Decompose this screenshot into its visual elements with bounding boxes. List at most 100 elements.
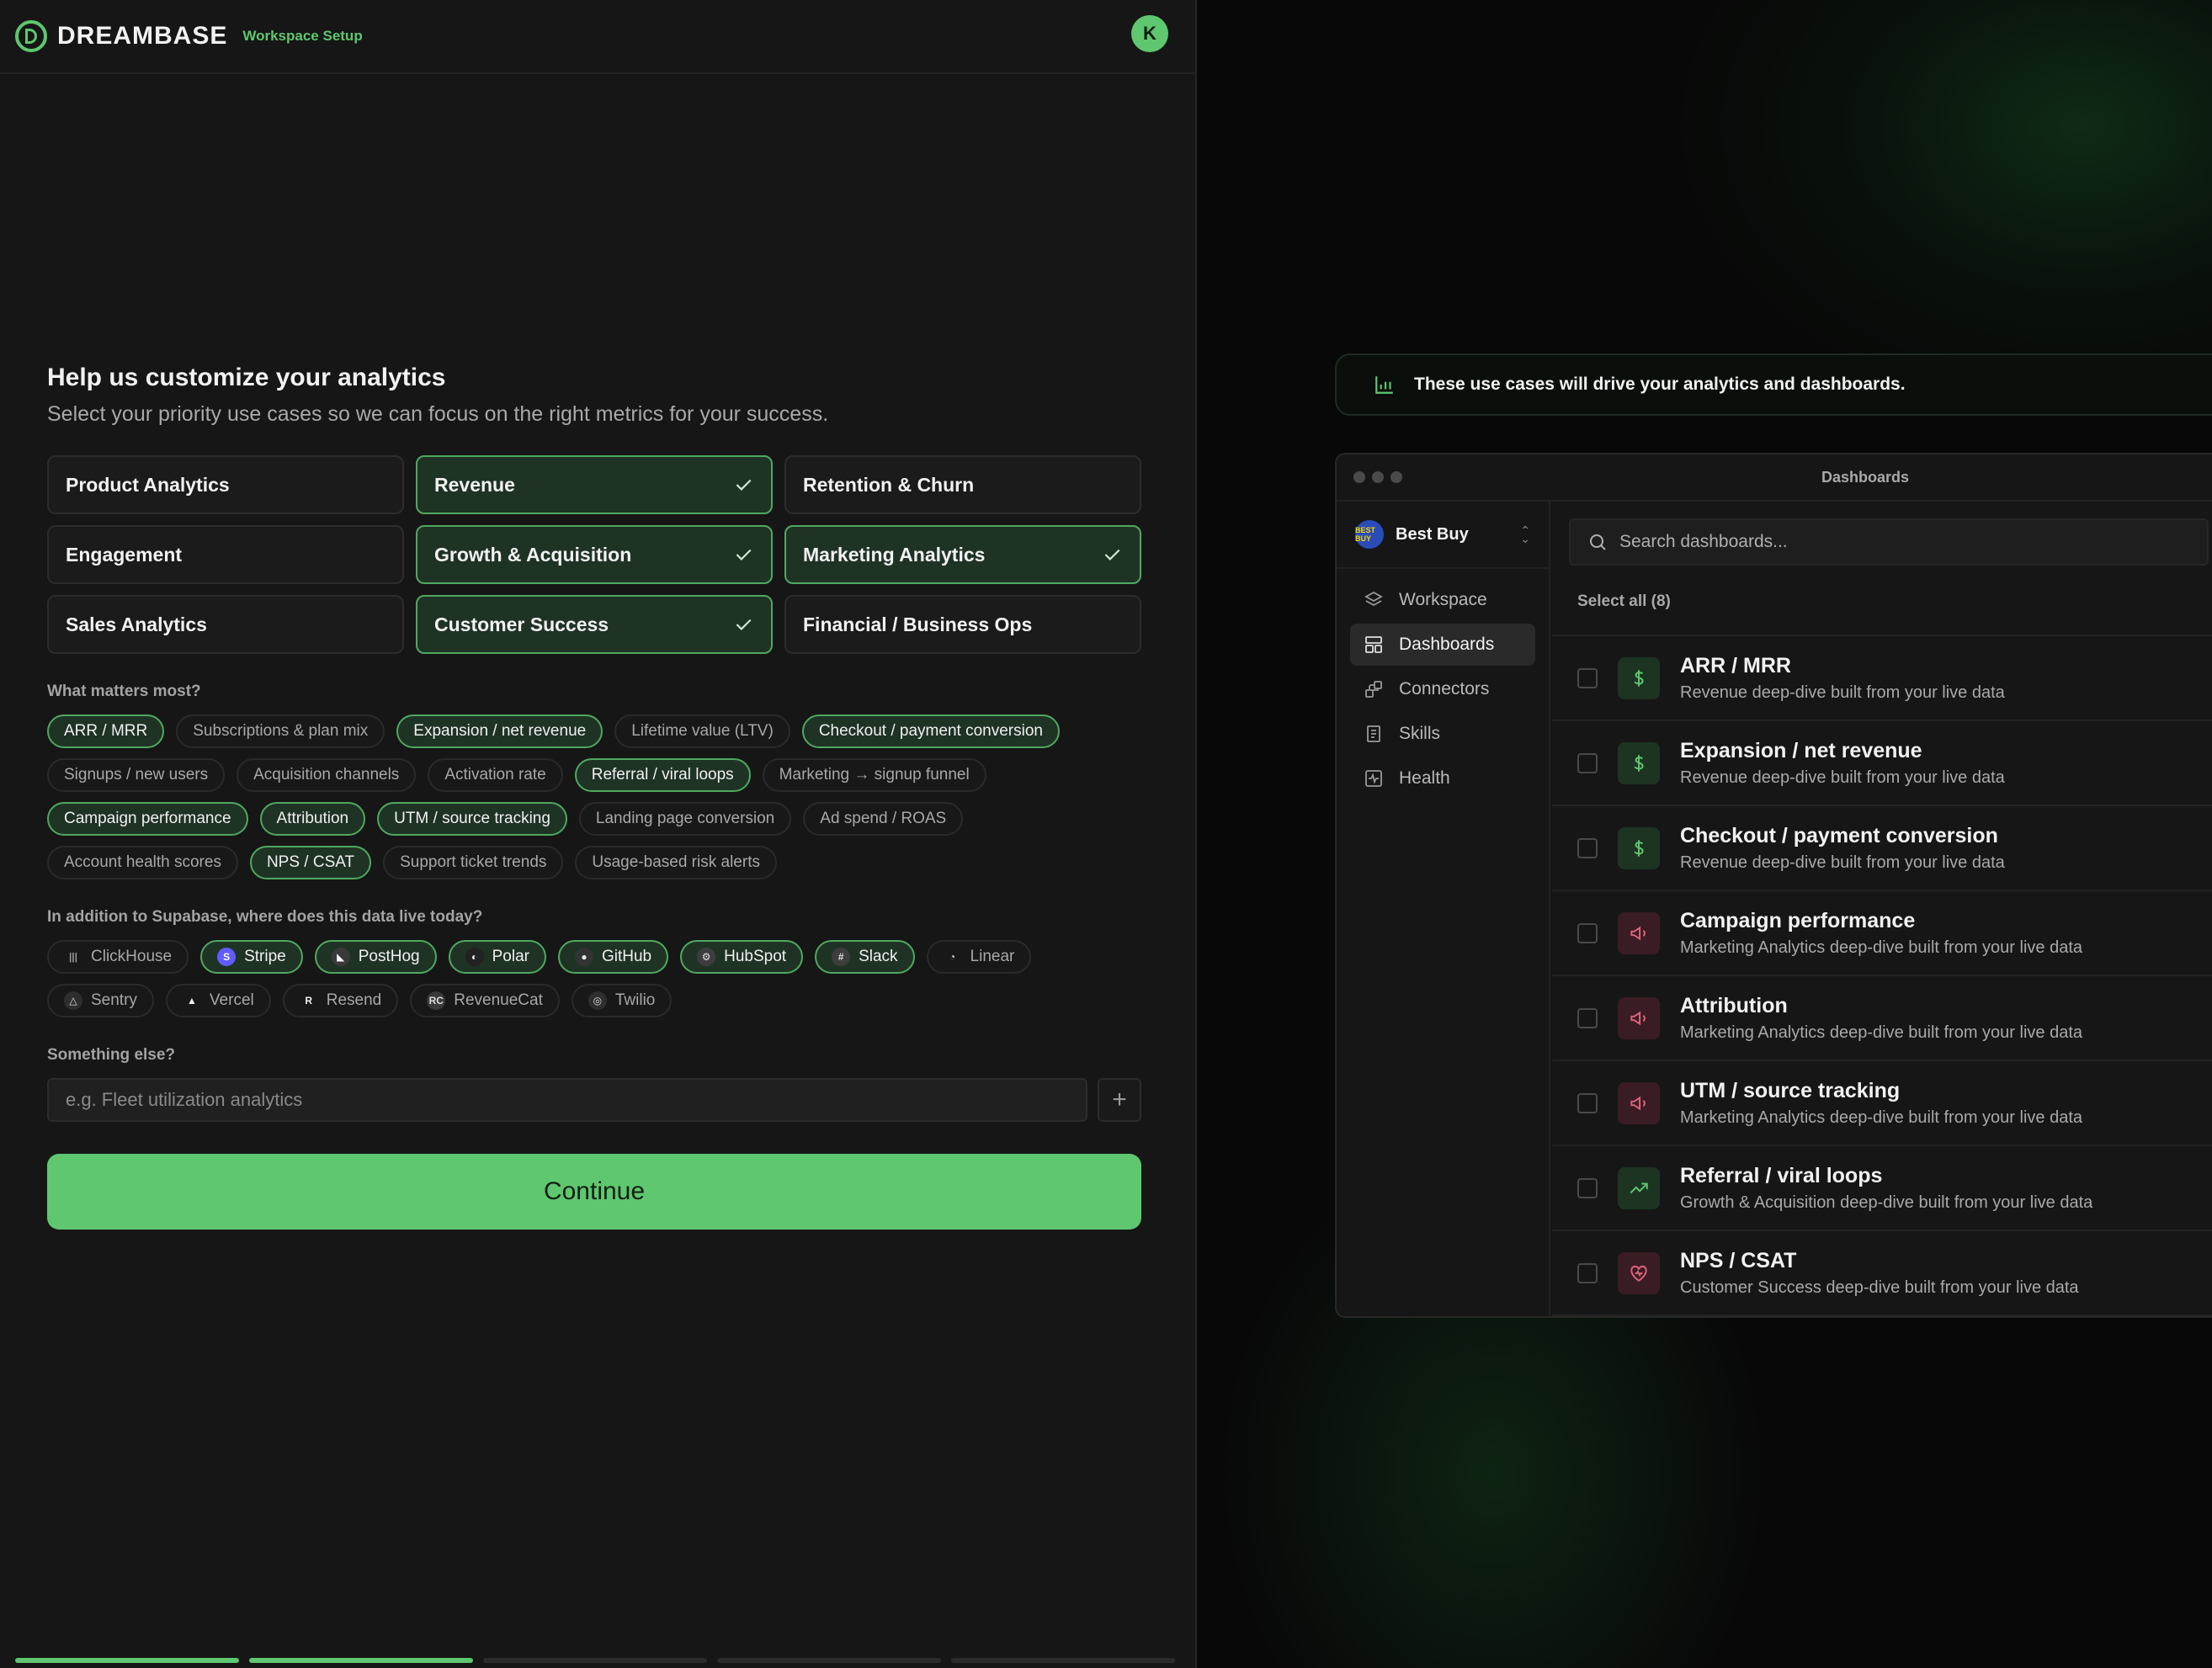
source-chip-resend[interactable]: R Resend — [282, 984, 399, 1017]
slack-icon: # — [832, 948, 851, 966]
dashboard-checkbox[interactable] — [1577, 922, 1598, 943]
metric-chip-checkout-payment-conversion[interactable]: Checkout / payment conversion — [801, 714, 1060, 748]
dashboard-row-utm-source-tracking[interactable]: UTM / source tracking Marketing Analytics… — [1552, 1061, 2212, 1146]
source-chip-revenuecat[interactable]: RC RevenueCat — [410, 984, 560, 1017]
use-case-card-engagement[interactable]: Engagement — [47, 525, 404, 584]
sidebar-item-connectors[interactable]: Connectors — [1350, 668, 1535, 710]
source-chip-clickhouse[interactable]: ||| ClickHouse — [47, 940, 189, 974]
search-input[interactable]: Search dashboards... — [1619, 532, 1788, 552]
source-label: Slack — [859, 948, 898, 965]
top-bar: DREAMBASE Workspace Setup K — [0, 0, 1195, 74]
use-case-label: Sales Analytics — [66, 613, 207, 635]
metric-chip-account-health-scores[interactable]: Account health scores — [47, 846, 238, 879]
metric-chip-referral-viral-loops[interactable]: Referral / viral loops — [574, 758, 751, 792]
stripe-icon: S — [217, 948, 237, 966]
metric-chip-subscriptions-plan-mix[interactable]: Subscriptions & plan mix — [176, 714, 386, 748]
add-use-case-button[interactable]: + — [1098, 1078, 1141, 1122]
dashboard-row-arr-mrr[interactable]: ARR / MRR Revenue deep-dive built from yo… — [1552, 636, 2212, 721]
metric-chip-campaign-performance[interactable]: Campaign performance — [47, 802, 248, 836]
source-chip-linear[interactable]: ◔ Linear — [926, 940, 1032, 974]
workspace-switcher[interactable]: BEST BUY Best Buy ⌃ ⌄ — [1337, 502, 1549, 569]
source-chip-vercel[interactable]: ▲ Vercel — [165, 984, 271, 1017]
posthog-icon: ◣ — [331, 948, 350, 966]
use-case-card-financial-business-ops[interactable]: Financial / Business Ops — [784, 595, 1141, 654]
metric-chip-utm-source-tracking[interactable]: UTM / source tracking — [377, 802, 567, 836]
dashboard-checkbox[interactable] — [1577, 667, 1598, 688]
metric-chip-ad-spend-roas[interactable]: Ad spend / ROAS — [803, 802, 964, 836]
source-label: PostHog — [358, 948, 420, 965]
metric-chip-support-ticket-trends[interactable]: Support ticket trends — [383, 846, 564, 879]
dashboard-row-campaign-performance[interactable]: Campaign performance Marketing Analytics … — [1552, 891, 2212, 976]
dashboard-row-nps-csat[interactable]: NPS / CSAT Customer Success deep-dive bui… — [1552, 1231, 2212, 1316]
use-case-card-product-analytics[interactable]: Product Analytics — [47, 455, 404, 514]
source-chip-sentry[interactable]: △ Sentry — [47, 984, 154, 1017]
search-bar[interactable]: Search dashboards... — [1569, 518, 2209, 566]
continue-button[interactable]: Continue — [47, 1154, 1141, 1230]
other-use-case-input[interactable] — [47, 1078, 1087, 1122]
progress-step — [483, 1658, 707, 1663]
dashboard-description: Revenue deep-dive built from your live d… — [1680, 853, 2005, 872]
metric-chip-attribution[interactable]: Attribution — [259, 802, 366, 836]
metric-chip-marketing-signup-funnel[interactable]: Marketing → signup funnel — [762, 758, 986, 792]
sidebar-item-health[interactable]: Health — [1350, 757, 1535, 799]
source-chip-stripe[interactable]: S Stripe — [200, 940, 303, 974]
dashboard-checkbox[interactable] — [1577, 1007, 1598, 1028]
sidebar-item-skills[interactable]: Skills — [1350, 713, 1535, 755]
dashboard-row-expansion-net-revenue[interactable]: Expansion / net revenue Revenue deep-dive… — [1552, 721, 2212, 806]
source-chip-hubspot[interactable]: ⚙ HubSpot — [680, 940, 804, 974]
source-chip-github[interactable]: ● GitHub — [557, 940, 669, 974]
dashboard-text: ARR / MRR Revenue deep-dive built from yo… — [1680, 654, 2005, 703]
use-case-label: Growth & Acquisition — [434, 543, 632, 566]
dashboard-text: Checkout / payment conversion Revenue dee… — [1680, 824, 2005, 873]
dashboard-checkbox[interactable] — [1577, 837, 1598, 858]
metric-chip-activation-rate[interactable]: Activation rate — [428, 758, 563, 792]
source-chip-twilio[interactable]: ◎ Twilio — [571, 984, 673, 1017]
dashboard-checkbox[interactable] — [1577, 1177, 1598, 1198]
metric-chip-expansion-net-revenue[interactable]: Expansion / net revenue — [396, 714, 604, 748]
use-case-label: Retention & Churn — [803, 473, 975, 496]
trend-up-icon — [1618, 1166, 1660, 1209]
progress-steps — [15, 1658, 1175, 1663]
metric-chip-usage-based-risk-alerts[interactable]: Usage-based risk alerts — [575, 846, 777, 879]
dashboard-text: Expansion / net revenue Revenue deep-dive… — [1680, 739, 2005, 788]
dashboard-row-attribution[interactable]: Attribution Marketing Analytics deep-dive… — [1552, 976, 2212, 1061]
use-case-label: Marketing Analytics — [803, 543, 986, 566]
heart-icon — [1618, 1251, 1660, 1294]
avatar[interactable]: K — [1131, 15, 1168, 52]
select-all-button[interactable]: Select all (8) — [1577, 592, 2212, 626]
use-case-card-marketing-analytics[interactable]: Marketing Analytics — [784, 525, 1141, 584]
linear-icon: ◔ — [949, 951, 956, 963]
setup-panel: DREAMBASE Workspace Setup K Help us cust… — [0, 0, 1197, 1668]
use-case-card-revenue[interactable]: Revenue — [416, 455, 773, 514]
use-case-card-sales-analytics[interactable]: Sales Analytics — [47, 595, 404, 654]
dashboard-row-checkout-payment-conversion[interactable]: Checkout / payment conversion Revenue dee… — [1552, 806, 2212, 891]
metric-chip-arr-mrr[interactable]: ARR / MRR — [47, 714, 165, 748]
use-case-card-growth-acquisition[interactable]: Growth & Acquisition — [416, 525, 773, 584]
use-case-card-retention-churn[interactable]: Retention & Churn — [784, 455, 1141, 514]
dashboard-description: Revenue deep-dive built from your live d… — [1680, 683, 2005, 702]
source-chip-posthog[interactable]: ◣ PostHog — [314, 940, 437, 974]
source-chip-polar[interactable]: ◐ Polar — [448, 940, 546, 974]
metric-chip-nps-csat[interactable]: NPS / CSAT — [249, 846, 372, 879]
sidebar-item-label: Connectors — [1399, 679, 1490, 699]
metric-chip-landing-page-conversion[interactable]: Landing page conversion — [578, 802, 792, 836]
sidebar-item-dashboards[interactable]: Dashboards — [1350, 624, 1535, 666]
dashboard-checkbox[interactable] — [1577, 1092, 1598, 1113]
sidebar-item-workspace[interactable]: Workspace — [1350, 579, 1535, 621]
dashboard-checkbox[interactable] — [1577, 752, 1598, 773]
metric-chip-lifetime-value-ltv[interactable]: Lifetime value (LTV) — [614, 714, 790, 748]
megaphone-icon — [1618, 996, 1660, 1039]
metric-chip-signups-new-users[interactable]: Signups / new users — [47, 758, 226, 792]
source-chip-slack[interactable]: # Slack — [815, 940, 915, 974]
banner-text: These use cases will drive your analytic… — [1414, 375, 1906, 394]
source-label: Resend — [326, 991, 382, 1009]
metric-chip-acquisition-channels[interactable]: Acquisition channels — [237, 758, 417, 792]
dashboard-text: Campaign performance Marketing Analytics … — [1680, 909, 2082, 958]
metric-chips: ARR / MRR Subscriptions & plan mix Expansi… — [47, 714, 1141, 879]
dashboard-description: Revenue deep-dive built from your live d… — [1680, 768, 2005, 787]
dashboard-checkbox[interactable] — [1577, 1262, 1598, 1283]
dollar-icon — [1618, 826, 1660, 869]
use-case-card-customer-success[interactable]: Customer Success — [416, 595, 773, 654]
dashboard-icon — [1365, 636, 1382, 653]
dashboard-row-referral-viral-loops[interactable]: Referral / viral loops Growth & Acquisiti… — [1552, 1146, 2212, 1231]
